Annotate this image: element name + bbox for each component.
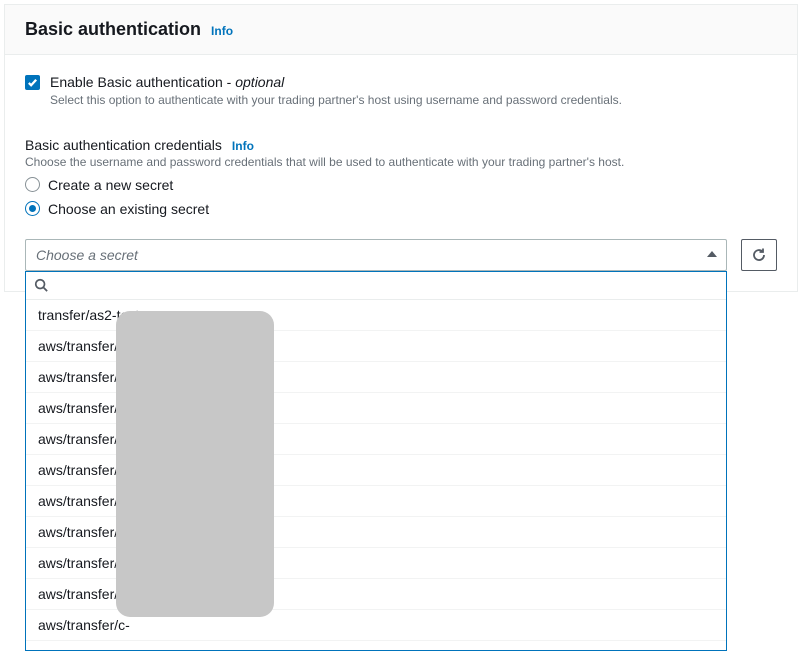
secret-select-row: Choose a secret transfer/as2-test aws/tr…: [25, 239, 777, 271]
caret-up-icon: [707, 251, 717, 257]
panel-title: Basic authentication: [25, 19, 201, 40]
dropdown-option[interactable]: aws/transfer/c-: [26, 641, 726, 650]
enable-description: Select this option to authenticate with …: [50, 93, 622, 109]
check-icon: [27, 77, 38, 88]
enable-label-main: Enable Basic authentication -: [50, 74, 235, 90]
radio-existing-label: Choose an existing secret: [48, 201, 209, 217]
credentials-label-row: Basic authentication credentials Info: [25, 137, 777, 153]
credentials-info-link[interactable]: Info: [232, 139, 254, 153]
dropdown-search-input[interactable]: [54, 277, 718, 293]
enable-label-optional: optional: [235, 74, 284, 90]
radio-choose-existing[interactable]: Choose an existing secret: [25, 201, 777, 217]
radio-icon: [25, 201, 40, 216]
secret-select[interactable]: Choose a secret: [25, 239, 727, 271]
dropdown-search-row: [26, 272, 726, 300]
credentials-radio-group: Create a new secret Choose an existing s…: [25, 177, 777, 217]
redaction-overlay: [116, 311, 274, 617]
radio-create-label: Create a new secret: [48, 177, 173, 193]
panel-header: Basic authentication Info: [5, 5, 797, 55]
panel-body: Enable Basic authentication - optional S…: [5, 55, 797, 291]
enable-checkbox[interactable]: [25, 75, 40, 90]
secret-select-wrap: Choose a secret transfer/as2-test aws/tr…: [25, 239, 727, 271]
refresh-button[interactable]: [741, 239, 777, 271]
enable-basic-auth-row: Enable Basic authentication - optional S…: [25, 73, 777, 109]
basic-auth-panel: Basic authentication Info Enable Basic a…: [4, 4, 798, 292]
credentials-description: Choose the username and password credent…: [25, 155, 777, 169]
info-link[interactable]: Info: [211, 24, 233, 38]
secret-select-placeholder: Choose a secret: [36, 247, 138, 263]
enable-label: Enable Basic authentication - optional: [50, 73, 622, 91]
credentials-label: Basic authentication credentials: [25, 137, 222, 153]
credentials-section: Basic authentication credentials Info Ch…: [25, 137, 777, 271]
search-icon: [34, 278, 48, 292]
refresh-icon: [751, 247, 767, 263]
radio-create-new[interactable]: Create a new secret: [25, 177, 777, 193]
enable-label-block: Enable Basic authentication - optional S…: [50, 73, 622, 109]
radio-icon: [25, 177, 40, 192]
